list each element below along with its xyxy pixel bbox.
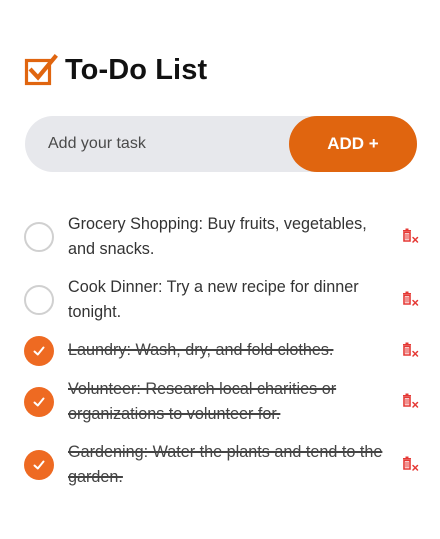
todo-app: To-Do List ADD + Grocery Shopping: Buy f…	[0, 0, 440, 539]
task-item: Cook Dinner: Try a new recipe for dinner…	[24, 275, 420, 325]
task-text: Cook Dinner: Try a new recipe for dinner…	[68, 278, 359, 321]
task-text: Gardening: Water the plants and tend to …	[68, 443, 383, 486]
checkbox-checked-icon	[24, 54, 58, 86]
check-icon	[33, 346, 45, 355]
page-title: To-Do List	[65, 53, 208, 86]
task-text: Volunteer: Research local charities or o…	[68, 380, 337, 423]
task-item: Volunteer: Research local charities or o…	[24, 377, 420, 427]
trash-icon[interactable]	[402, 456, 420, 474]
trash-icon[interactable]	[402, 291, 420, 309]
task-checkbox[interactable]	[24, 285, 54, 315]
trash-icon[interactable]	[402, 228, 420, 246]
task-text: Grocery Shopping: Buy fruits, vegetables…	[68, 215, 367, 258]
app-header: To-Do List	[24, 52, 207, 88]
task-text: Laundry: Wash, dry, and fold clothes.	[68, 341, 334, 359]
check-icon	[33, 460, 45, 470]
task-input[interactable]	[25, 116, 295, 172]
task-checkbox[interactable]	[24, 450, 54, 480]
trash-icon[interactable]	[402, 393, 420, 411]
task-item: Laundry: Wash, dry, and fold clothes.	[24, 335, 420, 366]
add-task-bar: ADD +	[25, 116, 417, 172]
check-icon	[33, 397, 45, 407]
task-checkbox[interactable]	[24, 222, 54, 252]
task-list: Grocery Shopping: Buy fruits, vegetables…	[24, 212, 420, 490]
add-task-button[interactable]: ADD +	[289, 116, 417, 172]
task-checkbox[interactable]	[24, 335, 54, 366]
task-item: Grocery Shopping: Buy fruits, vegetables…	[24, 212, 420, 262]
task-checkbox[interactable]	[24, 387, 54, 417]
task-item: Gardening: Water the plants and tend to …	[24, 440, 420, 490]
trash-icon[interactable]	[402, 342, 420, 360]
